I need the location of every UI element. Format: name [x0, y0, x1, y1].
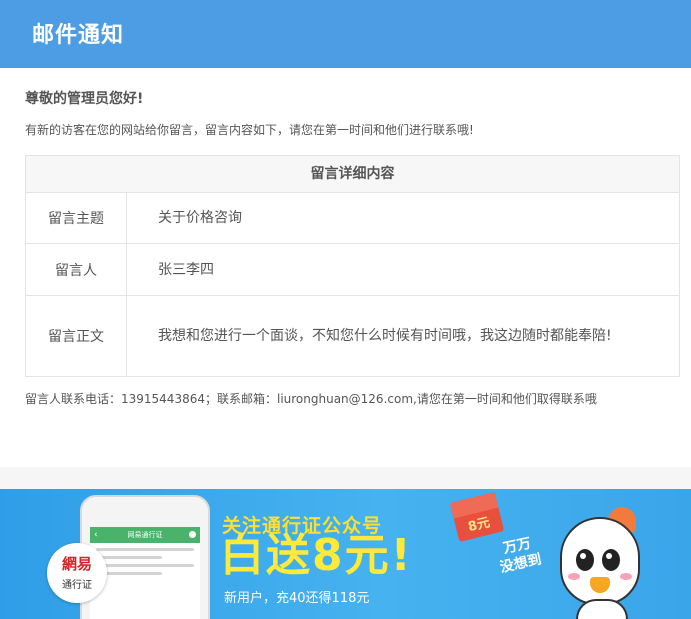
phone-text-line [96, 564, 194, 567]
contact-info: 留言人联系电话：13915443864；联系邮箱：liuronghuan@126… [25, 392, 597, 406]
mail-header: 邮件通知 [0, 0, 691, 68]
header-title: 邮件通知 [32, 23, 125, 48]
phone-app-title: 网易通行证 [127, 531, 163, 539]
mascot-body [576, 599, 628, 619]
row-value-subject: 关于价格咨询 [158, 210, 242, 226]
row-value-body: 我想和您进行一个面谈，不知您什么时候有时间哦，我这边随时都能奉陪! [158, 328, 612, 344]
logo-product: 通行证 [62, 580, 92, 591]
row-key-sender: 留言人 [26, 244, 127, 295]
chick-mascot-icon [556, 507, 642, 619]
row-key-subject: 留言主题 [26, 193, 127, 243]
mascot-beak [590, 577, 610, 593]
back-arrow-icon: ‹ [94, 530, 98, 540]
user-icon [189, 531, 196, 538]
banner-slogan: 万万 没想到 [483, 531, 555, 580]
mascot-cheek [568, 573, 580, 580]
row-key-body: 留言正文 [26, 296, 127, 376]
phone-text-line [96, 548, 194, 551]
mascot-head [560, 517, 640, 605]
logo-brand: 網易 [61, 555, 92, 573]
table-row: 留言正文 我想和您进行一个面谈，不知您什么时候有时间哦，我这边随时都能奉陪! [26, 296, 679, 376]
message-detail-table: 留言详细内容 留言主题 关于价格咨询 留言人 张三李四 留言正文 我想和您进行一… [25, 155, 680, 377]
mascot-eye [576, 549, 594, 571]
row-value-sender: 张三李四 [158, 261, 214, 278]
greeting-text: 尊敬的管理员您好! [25, 91, 144, 107]
table-heading: 留言详细内容 [26, 156, 679, 193]
banner-subtitle: 新用户，充40还得118元 [224, 591, 370, 606]
intro-text: 有新的访客在您的网站给你留言，留言内容如下，请您在第一时间和他们进行联系哦! [25, 123, 474, 137]
netease-logo: 網易 通行证 [47, 543, 107, 603]
table-row: 留言人 张三李四 [26, 244, 679, 296]
red-envelope-icon: 8元 [449, 492, 505, 542]
mascot-cheek [620, 573, 632, 580]
section-divider [0, 467, 691, 489]
table-row: 留言主题 关于价格咨询 [26, 193, 679, 244]
banner-headline: 白送8元! [220, 530, 413, 581]
phone-app-bar: ‹ 网易通行证 [90, 527, 200, 543]
mascot-eye [602, 549, 620, 571]
promo-banner[interactable]: ‹ 网易通行证 網易 通行证 关注通行证公众号 白送8元! 新用户，充40还得1… [0, 489, 691, 619]
